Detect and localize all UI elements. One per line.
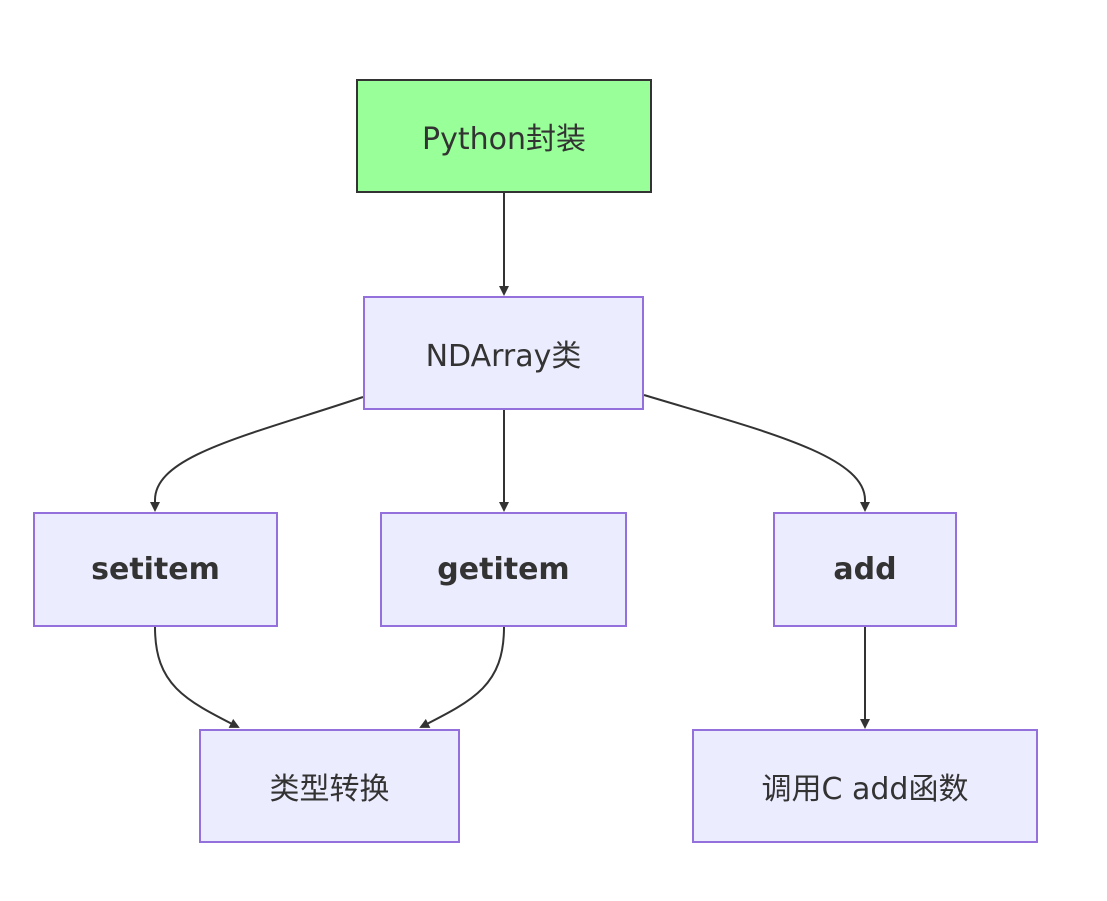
node-label: getitem [437, 552, 570, 587]
node-add: add [773, 512, 957, 627]
node-getitem: getitem [380, 512, 627, 627]
flowchart: Python封装 NDArray类 setitem getitem add 类型… [0, 0, 1107, 901]
node-ndarray-class: NDArray类 [363, 296, 644, 410]
node-label: 类型转换 [269, 772, 390, 807]
node-label: setitem [91, 552, 220, 587]
node-python-wrapper: Python封装 [356, 79, 652, 193]
node-label: NDArray类 [425, 339, 582, 374]
node-label: 调用C add函数 [761, 772, 969, 807]
edge-ndarray-to-setitem [150, 396, 364, 512]
edge-setitem-to-convert [154, 626, 240, 728]
node-label: Python封装 [422, 122, 586, 157]
node-setitem: setitem [33, 512, 278, 627]
edge-ndarray-to-add [643, 394, 870, 512]
node-label: add [833, 552, 897, 587]
node-type-conversion: 类型转换 [199, 729, 460, 843]
edge-getitem-to-convert [419, 626, 505, 728]
node-call-c-add: 调用C add函数 [692, 729, 1038, 843]
